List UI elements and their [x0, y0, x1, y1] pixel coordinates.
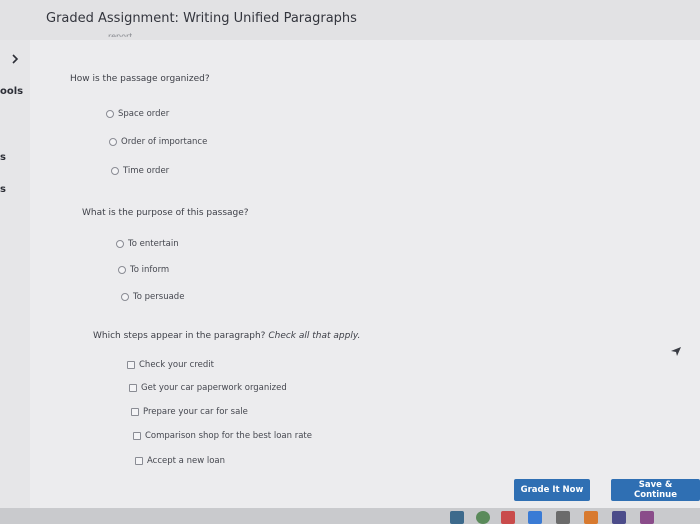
radio-button[interactable]	[116, 240, 124, 248]
option-label: Order of importance	[121, 137, 208, 147]
option-label: Time order	[123, 166, 170, 176]
page-title: Graded Assignment: Writing Unified Parag…	[46, 11, 357, 26]
option-check-credit[interactable]: Check your credit	[127, 360, 214, 370]
option-label: To inform	[130, 265, 170, 275]
sidebar-item-2[interactable]: s	[0, 152, 6, 163]
option-label: Comparison shop for the best loan rate	[145, 431, 312, 441]
checkbox[interactable]	[131, 408, 139, 416]
truncated-text: report	[108, 32, 133, 37]
option-car-paperwork[interactable]: Get your car paperwork organized	[129, 383, 287, 393]
checkbox[interactable]	[127, 361, 135, 369]
save-and-continue-button[interactable]: Save & Continue	[611, 479, 700, 501]
option-to-persuade[interactable]: To persuade	[121, 292, 184, 302]
app-icon[interactable]	[556, 511, 570, 524]
app-icon[interactable]	[640, 511, 654, 524]
question-3-hint: Check all that apply.	[268, 331, 361, 341]
checkbox[interactable]	[133, 432, 141, 440]
option-label: Space order	[118, 109, 170, 119]
app-icon[interactable]	[612, 511, 626, 524]
mouse-cursor-icon	[670, 342, 682, 361]
question-3-text: Which steps appear in the paragraph?	[93, 331, 266, 341]
app-icon[interactable]	[450, 511, 464, 524]
option-label: Get your car paperwork organized	[141, 383, 287, 393]
option-order-of-importance[interactable]: Order of importance	[109, 137, 207, 147]
radio-button[interactable]	[109, 138, 117, 146]
chevron-right-icon[interactable]	[6, 50, 24, 68]
grade-it-now-button[interactable]: Grade It Now	[514, 479, 590, 501]
header-bar: Graded Assignment: Writing Unified Parag…	[0, 0, 700, 40]
sidebar-item-3[interactable]: s	[0, 184, 6, 195]
option-comparison-shop[interactable]: Comparison shop for the best loan rate	[133, 431, 312, 441]
browser-icon[interactable]	[476, 511, 490, 524]
checkbox[interactable]	[129, 384, 137, 392]
radio-button[interactable]	[121, 293, 129, 301]
option-label: Prepare your car for sale	[143, 407, 248, 417]
sidebar-item-tools[interactable]: ools	[0, 86, 23, 97]
option-accept-loan[interactable]: Accept a new loan	[135, 456, 225, 466]
option-prepare-car[interactable]: Prepare your car for sale	[131, 407, 248, 417]
radio-button[interactable]	[111, 167, 119, 175]
option-to-inform[interactable]: To inform	[118, 265, 169, 275]
app-icon[interactable]	[501, 511, 515, 524]
option-label: Check your credit	[139, 360, 214, 370]
option-to-entertain[interactable]: To entertain	[116, 239, 179, 249]
radio-button[interactable]	[118, 266, 126, 274]
question-3: Which steps appear in the paragraph? Che…	[93, 331, 360, 341]
option-space-order[interactable]: Space order	[106, 109, 169, 119]
question-1: How is the passage organized?	[70, 74, 210, 84]
option-label: To entertain	[128, 239, 179, 249]
app-icon[interactable]	[584, 511, 598, 524]
radio-button[interactable]	[106, 110, 114, 118]
option-time-order[interactable]: Time order	[111, 166, 169, 176]
app-icon[interactable]	[528, 511, 542, 524]
option-label: Accept a new loan	[147, 456, 226, 466]
option-label: To persuade	[133, 292, 185, 302]
checkbox[interactable]	[135, 457, 143, 465]
question-2: What is the purpose of this passage?	[82, 208, 249, 218]
sidebar	[0, 40, 30, 524]
